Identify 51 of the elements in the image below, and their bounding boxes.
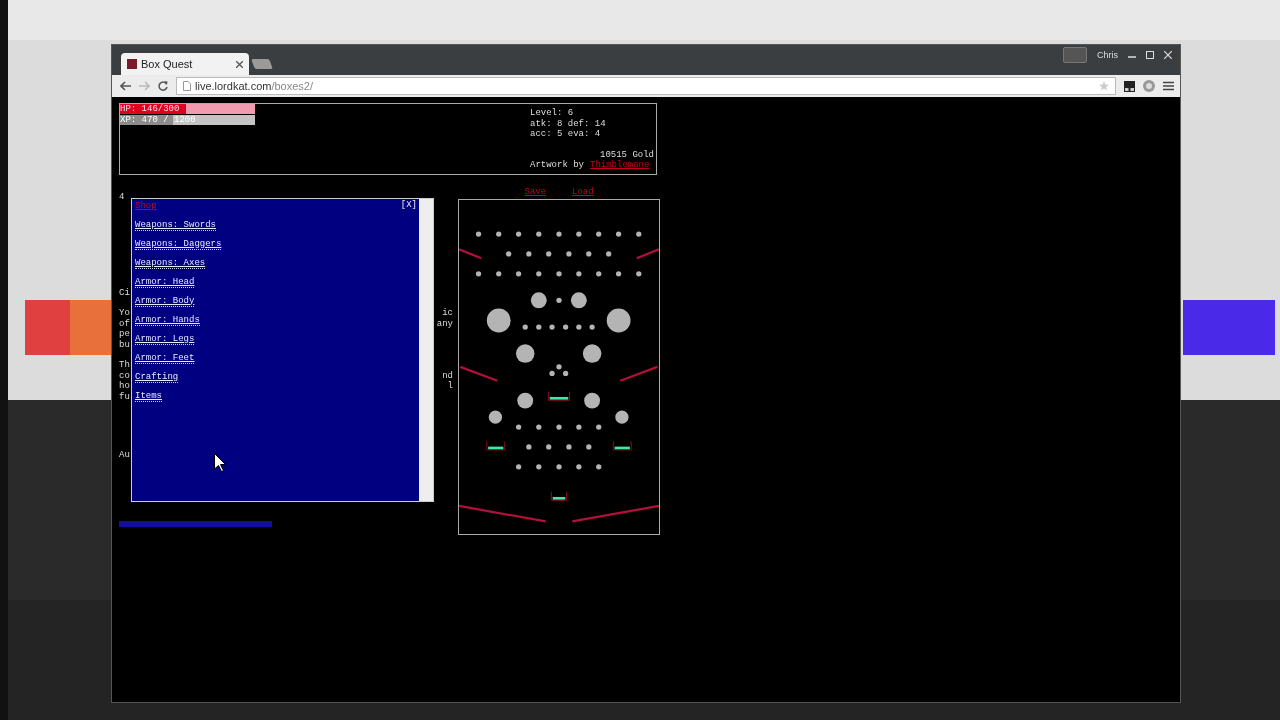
background-text: Th — [119, 360, 130, 371]
reload-icon[interactable] — [158, 81, 168, 91]
shop-category-link[interactable]: Weapons: Daggers — [135, 239, 222, 250]
shop-category-link[interactable]: Weapons: Axes — [135, 258, 206, 269]
address-bar[interactable]: live.lordkat.com/boxes2/ — [176, 77, 1116, 95]
close-icon[interactable] — [236, 60, 243, 68]
background-text: Au — [119, 450, 130, 461]
background-text: any — [436, 318, 453, 329]
shop-category-link[interactable]: Items — [135, 391, 162, 402]
shop-category-link[interactable]: Armor: Feet — [135, 353, 195, 364]
shop-category-link[interactable]: Armor: Hands — [135, 315, 200, 326]
background-text: l — [447, 381, 453, 392]
back-icon[interactable] — [120, 81, 131, 91]
page-icon — [183, 81, 191, 91]
background-text: nd — [442, 370, 453, 381]
background-text: of — [119, 318, 130, 329]
shop-category-link[interactable]: Crafting — [135, 372, 179, 383]
coin-total: 10515 Gold — [600, 149, 654, 160]
scrollbar[interactable] — [419, 199, 433, 501]
background-text: Ci — [119, 287, 130, 298]
star-icon[interactable] — [1099, 81, 1109, 91]
stat-line: Level: 6 — [530, 108, 575, 119]
cursor-icon — [214, 453, 226, 472]
hp-label: HP: 146/300 — [120, 104, 180, 114]
xp-label: XP: 470 / 1200 — [120, 115, 196, 125]
background-text: bu — [119, 339, 130, 350]
stat-line: atk: 8 def: 14 — [530, 118, 607, 129]
new-tab-button[interactable] — [251, 59, 273, 69]
background-text: co — [119, 370, 130, 381]
menu-icon[interactable] — [1163, 81, 1174, 91]
favicon — [127, 59, 137, 69]
background-text: pe — [119, 329, 130, 340]
browser-tab[interactable]: Box Quest — [121, 53, 249, 75]
shop-category-link[interactable]: Armor: Legs — [135, 334, 195, 345]
background-text: ho — [119, 381, 130, 392]
shop-category-link[interactable]: Weapons: Swords — [135, 220, 216, 231]
url-text: live.lordkat.com/boxes2/ — [195, 80, 314, 92]
artwork-credit: Artwork by — [530, 160, 584, 171]
shop-category-link[interactable]: Armor: Body — [135, 296, 195, 307]
background-text: fu — [119, 391, 130, 402]
profile-name[interactable]: Chris — [1097, 50, 1118, 60]
maximize-icon[interactable] — [1146, 51, 1154, 59]
stat-line: acc: 5 eva: 4 — [530, 129, 602, 140]
tab-title: Box Quest — [141, 58, 194, 70]
background-text: Yo — [119, 308, 130, 319]
background-text: ic — [442, 308, 453, 319]
shop-title: Shop — [135, 201, 157, 212]
close-button[interactable]: [X] — [400, 200, 417, 211]
background-text: 4 — [119, 192, 125, 203]
extension-icon[interactable] — [1124, 80, 1135, 92]
shop-category-link[interactable]: Armor: Head — [135, 277, 195, 288]
